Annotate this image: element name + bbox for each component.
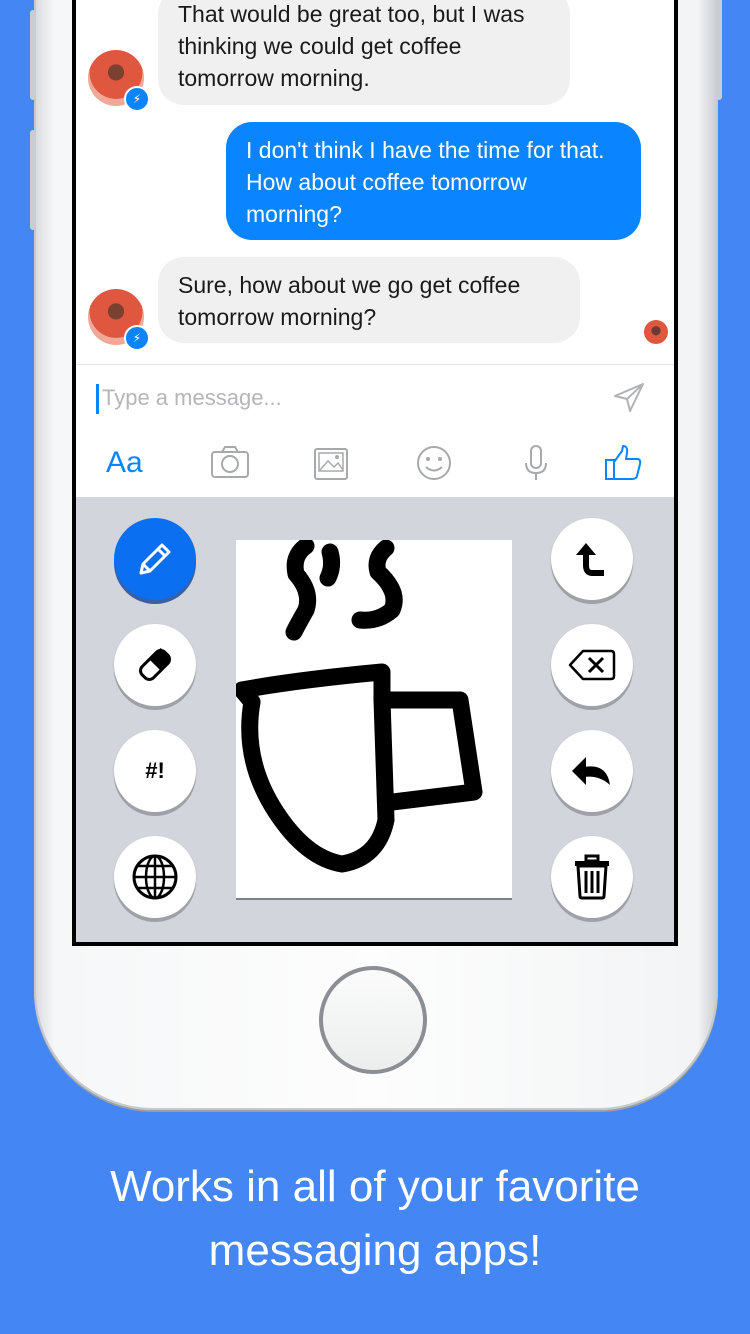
seen-indicator-avatar <box>644 320 668 344</box>
thumbs-up-icon[interactable] <box>602 443 646 483</box>
coffee-cup-drawing <box>233 537 483 873</box>
trash-button[interactable] <box>551 836 633 918</box>
messenger-app: ⚡ That would be great too, but I was thi… <box>76 0 674 942</box>
globe-button[interactable] <box>114 836 196 918</box>
power-button <box>716 0 722 100</box>
pencil-button[interactable] <box>114 518 196 600</box>
promo-caption: Works in all of your favorite messaging … <box>110 1162 640 1275</box>
home-button[interactable] <box>319 966 427 1074</box>
undo-icon <box>572 757 610 785</box>
return-button[interactable] <box>551 518 633 600</box>
drawing-keyboard: #! <box>76 497 674 942</box>
message-bubble-incoming[interactable]: Sure, how about we go get coffee tomorro… <box>158 257 580 343</box>
messenger-badge-icon: ⚡ <box>124 86 150 112</box>
globe-icon <box>132 854 178 900</box>
symbols-button[interactable]: #! <box>114 730 196 812</box>
phone-screen: ⚡ That would be great too, but I was thi… <box>72 0 678 946</box>
eraser-button[interactable] <box>114 624 196 706</box>
return-icon <box>576 543 604 576</box>
pencil-icon <box>139 543 171 575</box>
gallery-icon[interactable] <box>310 443 354 483</box>
trash-icon <box>575 854 609 900</box>
volume-button <box>30 10 36 100</box>
message-bubble-incoming[interactable]: That would be great too, but I was think… <box>158 0 570 105</box>
microphone-icon[interactable] <box>514 443 558 483</box>
text-format-button[interactable]: Aa <box>106 443 154 483</box>
send-icon[interactable] <box>612 381 646 415</box>
backspace-button[interactable] <box>551 624 633 706</box>
camera-icon[interactable] <box>208 443 252 483</box>
compose-bar: Type a message... Aa <box>76 364 674 497</box>
volume-button <box>30 130 36 230</box>
symbols-label: #! <box>145 758 165 783</box>
eraser-icon <box>139 648 171 681</box>
text-cursor <box>96 384 99 414</box>
backspace-icon <box>568 649 616 681</box>
drawing-canvas[interactable] <box>233 537 512 900</box>
message-bubble-outgoing[interactable]: I don't think I have the time for that. … <box>226 122 641 240</box>
messenger-badge-icon: ⚡ <box>124 325 150 351</box>
undo-button[interactable] <box>551 730 633 812</box>
emoji-icon[interactable] <box>412 443 456 483</box>
message-input[interactable]: Type a message... <box>102 385 282 411</box>
